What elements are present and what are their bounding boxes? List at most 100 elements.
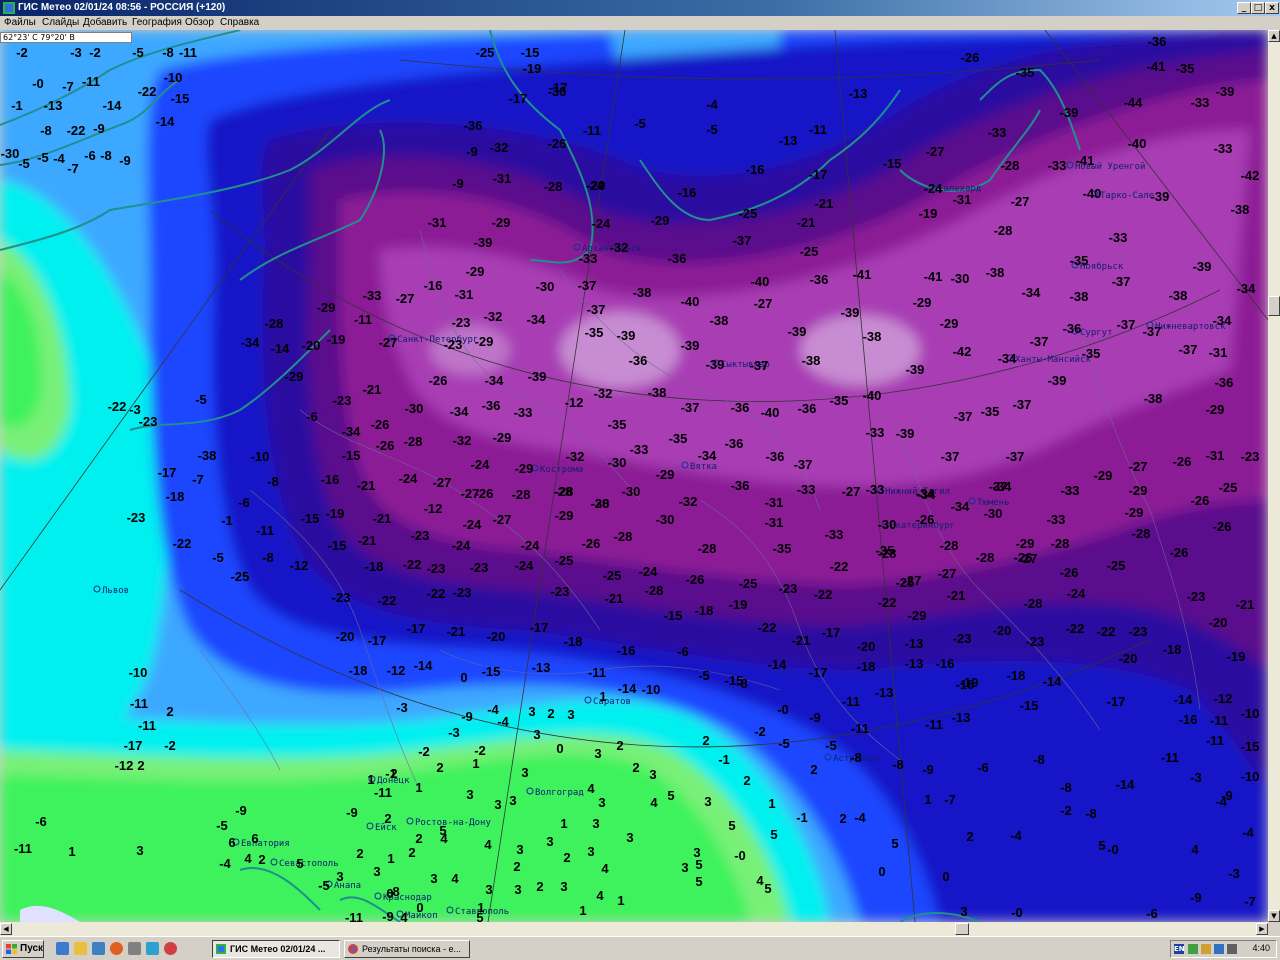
language-indicator[interactable]: EN — [1174, 944, 1185, 954]
menu-files[interactable]: Файлы — [4, 17, 36, 28]
temperature-label: -22 — [427, 586, 446, 601]
menu-slides[interactable]: Слайды — [42, 17, 79, 28]
temperature-label: -37 — [1013, 397, 1032, 412]
menu-help[interactable]: Справка — [220, 17, 259, 28]
temperature-label: -28 — [614, 529, 633, 544]
taskbar: Пуск ГИС Метео 02/01/24 ... Результаты п… — [0, 936, 1280, 960]
temperature-label: -34 — [342, 424, 362, 439]
temperature-label: 3 — [336, 869, 343, 884]
temperature-label: -33 — [825, 527, 844, 542]
temperature-label: -28 — [1051, 536, 1070, 551]
vertical-scroll-thumb[interactable] — [1268, 296, 1280, 316]
temperature-label: -21 — [373, 511, 392, 526]
menu-add[interactable]: Добавить — [83, 17, 127, 28]
temperature-label: -23 — [470, 560, 489, 575]
temperature-label: 3 — [430, 871, 437, 886]
temperature-label: -35 — [1082, 346, 1101, 361]
temperature-label: -4 — [1242, 825, 1254, 840]
window-title: ГИС Метео 02/01/24 08:56 - РОССИЯ (+120) — [18, 2, 226, 13]
temperature-label: -11 — [588, 665, 606, 680]
temperature-label: -31 — [1206, 448, 1225, 463]
menu-geography[interactable]: География — [132, 17, 182, 28]
temperature-label: -22 — [878, 595, 897, 610]
temperature-label: -26 — [376, 438, 395, 453]
firefox-icon[interactable] — [110, 942, 123, 955]
start-button[interactable]: Пуск — [2, 940, 44, 958]
temperature-label: -23 — [953, 631, 972, 646]
city-marker[interactable]: Кострома — [531, 464, 583, 475]
menu-view[interactable]: Обзор — [185, 17, 214, 28]
maximize-button[interactable]: □ — [1251, 2, 1265, 14]
network-icon[interactable] — [1188, 944, 1198, 954]
temperature-label: -37 — [954, 409, 973, 424]
temperature-label: -37 — [681, 400, 700, 415]
temperature-label: -10 — [129, 665, 148, 680]
temperature-label: -29 — [908, 608, 927, 623]
temperature-label: -38 — [986, 265, 1005, 280]
task-gis-meteo[interactable]: ГИС Метео 02/01/24 ... — [212, 940, 340, 958]
media-icon[interactable] — [146, 942, 159, 955]
temperature-label: -30 — [1, 146, 20, 161]
scroll-left-button[interactable]: ◀ — [0, 923, 12, 935]
chrome-icon[interactable] — [164, 942, 177, 955]
city-marker[interactable]: Санкт-Петербург — [388, 334, 478, 345]
horizontal-scrollbar[interactable]: ◀ ▶ — [0, 922, 1268, 936]
temperature-label: -33 — [514, 405, 533, 420]
temperature-label: 3 — [649, 767, 656, 782]
temperature-label: 2 — [810, 762, 817, 777]
city-label: Санкт-Петербург — [397, 334, 478, 345]
update-icon[interactable] — [1214, 944, 1224, 954]
temperature-label: -26 — [371, 417, 390, 432]
temperature-label: -11 — [345, 910, 363, 922]
temperature-label: -1 — [718, 752, 730, 767]
scroll-right-button[interactable]: ▶ — [1256, 923, 1268, 935]
desktop-icon[interactable] — [92, 942, 105, 955]
temperature-label: -34 — [527, 312, 547, 327]
scroll-up-button[interactable]: ▲ — [1268, 30, 1280, 42]
ie-icon[interactable] — [56, 942, 69, 955]
temperature-label: -21 — [358, 533, 377, 548]
temperature-label: -31 — [765, 495, 784, 510]
temperature-label: -38 — [802, 353, 821, 368]
horizontal-scroll-thumb[interactable] — [955, 923, 969, 935]
task-search-results[interactable]: Результаты поиска - е... — [344, 940, 470, 958]
scroll-down-button[interactable]: ▼ — [1268, 910, 1280, 922]
close-button[interactable]: x — [1265, 2, 1279, 14]
temperature-label: -27 — [493, 512, 512, 527]
temperature-label: -21 — [815, 196, 834, 211]
temperature-label: 0 — [416, 900, 423, 915]
temperature-label: -12 — [424, 501, 443, 516]
temperature-label: -11 — [82, 74, 100, 89]
temperature-label: -15 — [521, 45, 540, 60]
security-icon[interactable] — [1201, 944, 1211, 954]
vertical-scrollbar[interactable]: ▲ ▼ — [1268, 30, 1280, 922]
city-marker[interactable]: Нижний Тагил — [876, 486, 950, 497]
city-marker[interactable]: Ханты-Мансийск — [1006, 354, 1091, 365]
city-marker[interactable]: Волгоград — [526, 787, 584, 798]
app-icon — [3, 2, 15, 14]
temperature-label: -34 — [998, 351, 1018, 366]
temperature-label: -15 — [1020, 698, 1039, 713]
temperature-label: 3 — [373, 864, 380, 879]
temperature-label: -33 — [630, 442, 649, 457]
folder-icon[interactable] — [74, 942, 87, 955]
app-launcher-icon[interactable] — [128, 942, 141, 955]
temperature-label: -24 — [521, 538, 541, 553]
temperature-label: -1 — [385, 766, 397, 781]
weather-map[interactable]: Архангельск Санкт-Петербург Сыктывкар Костр… — [0, 30, 1268, 922]
temperature-label: -16 — [678, 185, 697, 200]
temperature-label: -2 — [164, 738, 176, 753]
city-marker[interactable]: Евпатория — [232, 838, 290, 849]
temperature-label: -31 — [1209, 345, 1228, 360]
minimize-button[interactable]: _ — [1237, 2, 1251, 14]
temperature-label: -5 — [634, 116, 646, 131]
temperature-label: -41 — [853, 267, 872, 282]
temperature-label: 4 — [601, 861, 609, 876]
temperature-label: -12 — [387, 663, 406, 678]
city-marker[interactable]: Севастополь — [270, 858, 339, 869]
volume-icon[interactable] — [1227, 944, 1237, 954]
temperature-label: -33 — [1047, 512, 1066, 527]
city-marker[interactable]: Ростов-на-Дону — [406, 817, 491, 828]
temperature-label: -27 — [1129, 459, 1148, 474]
city-label: Севастополь — [279, 859, 339, 869]
